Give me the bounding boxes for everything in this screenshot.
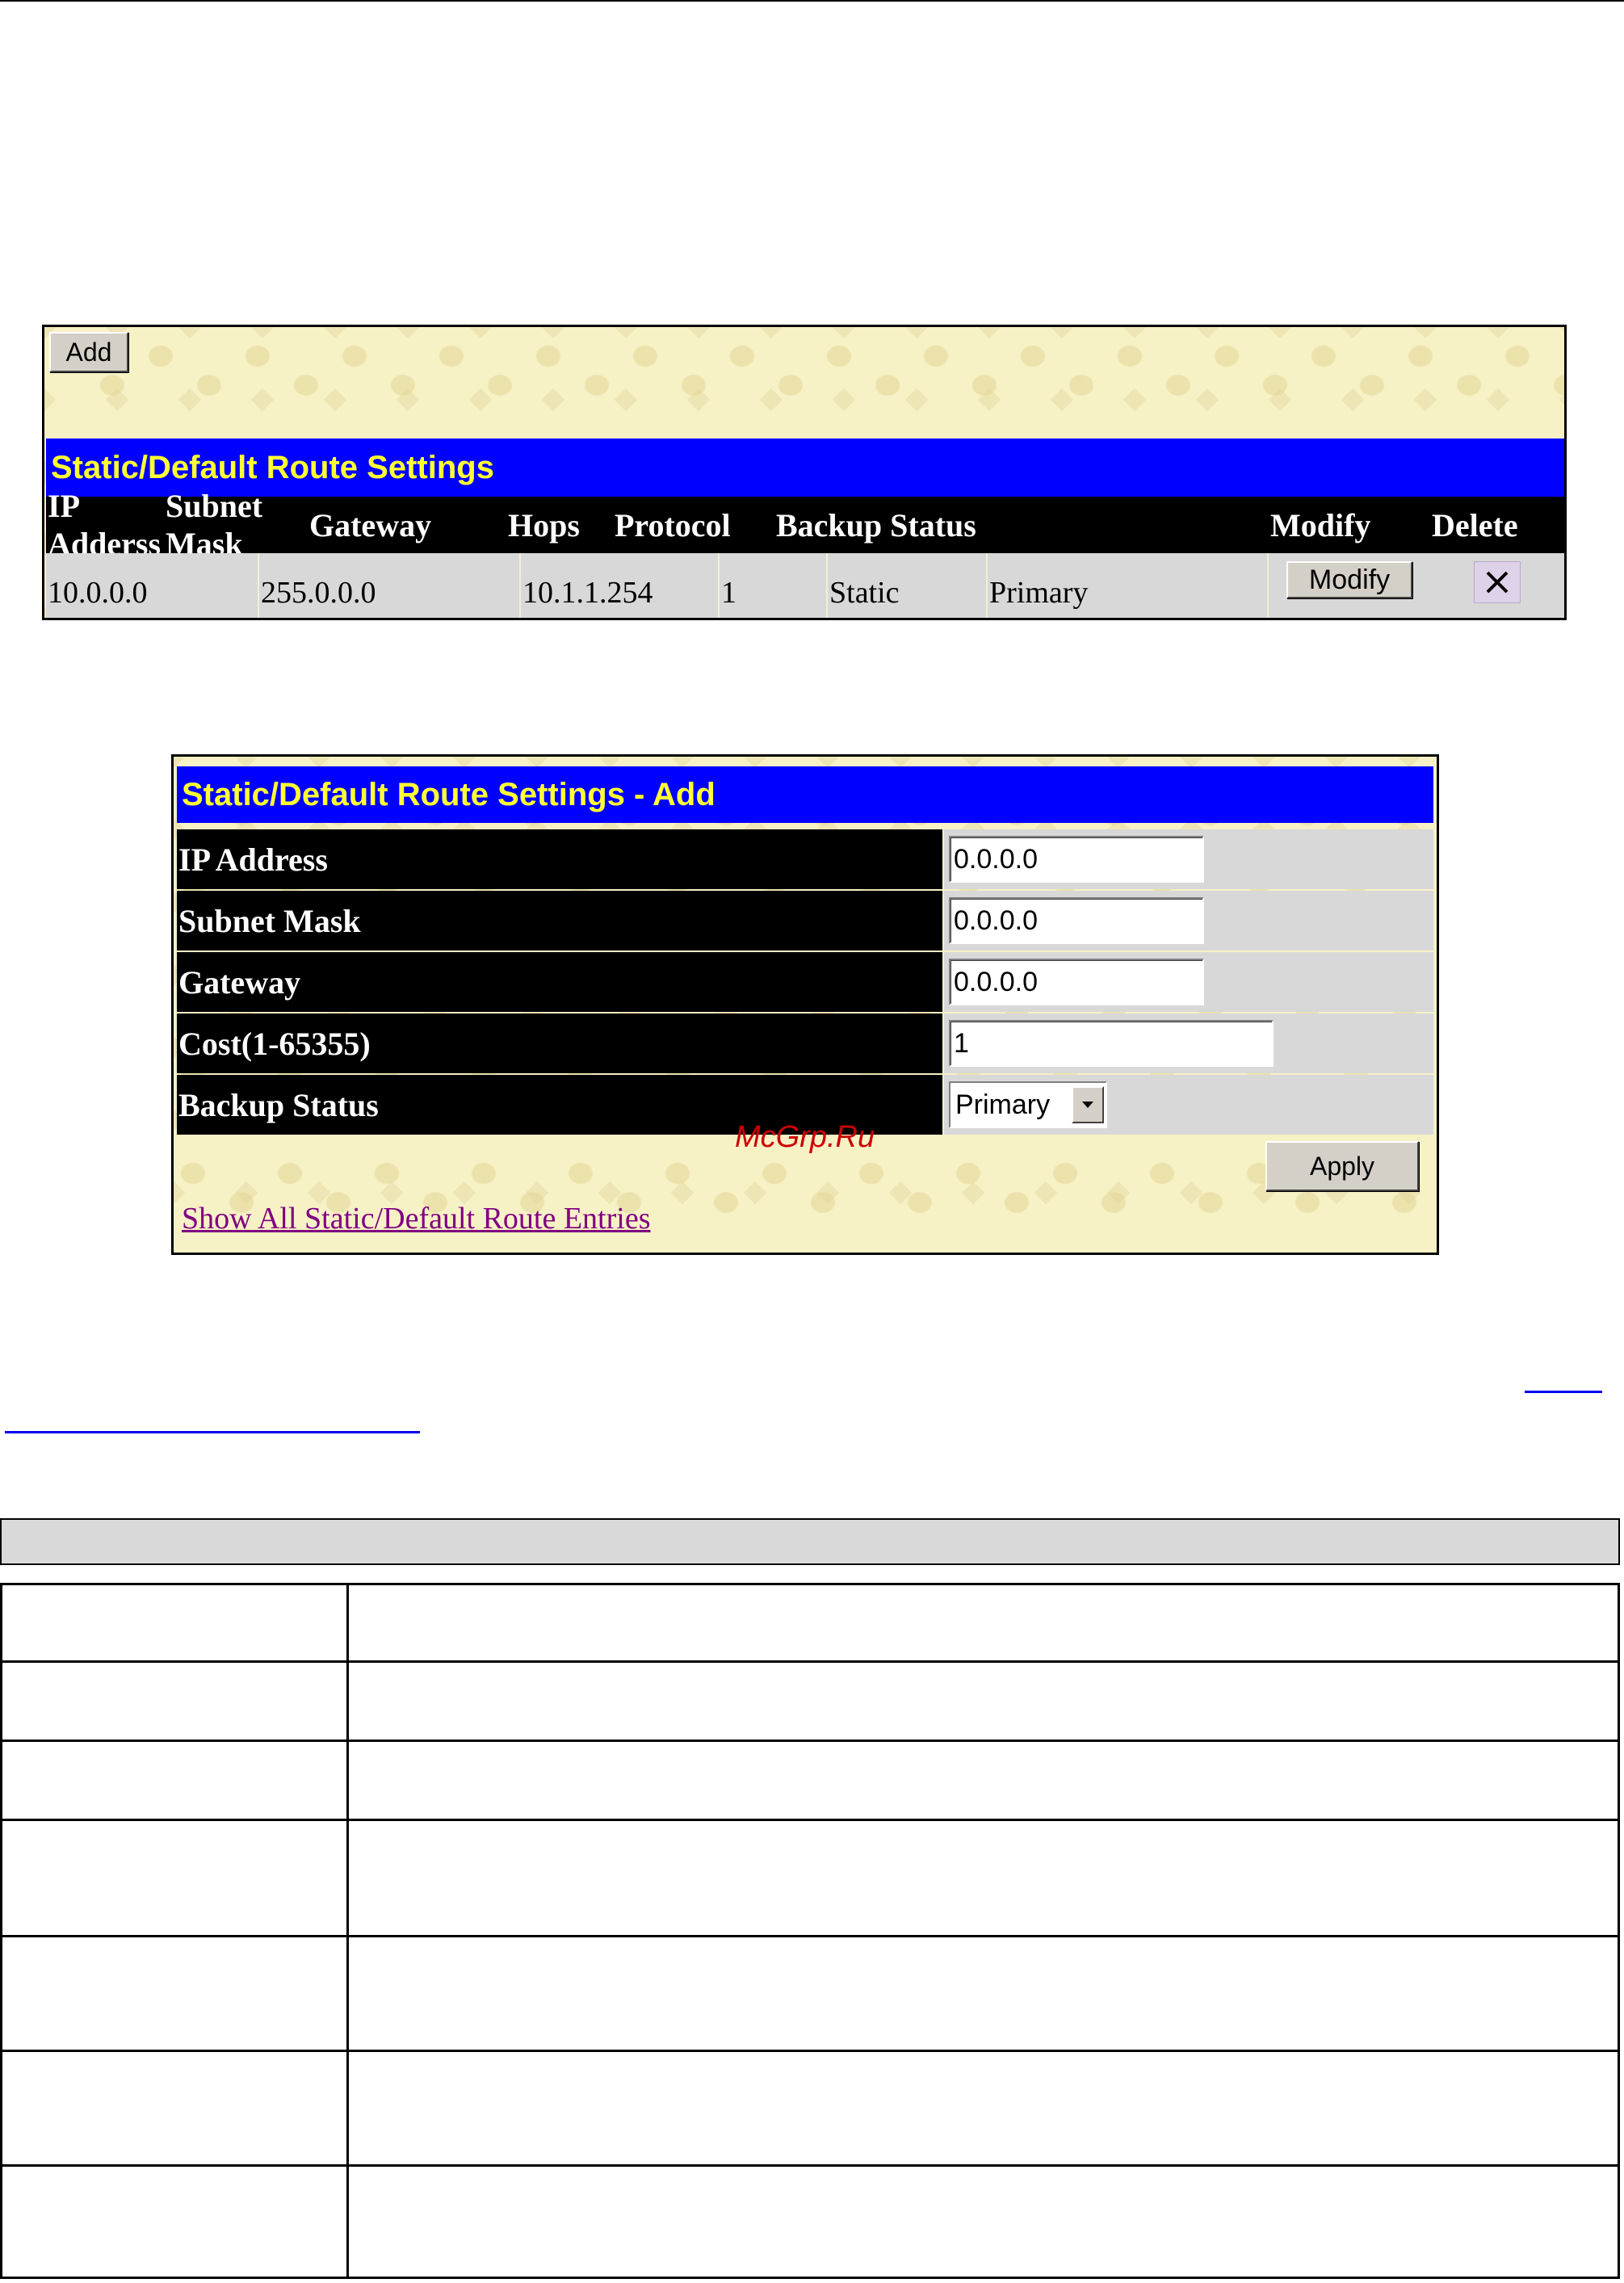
parameter-table — [0, 1583, 1620, 2279]
col-delete: Delete — [1432, 506, 1518, 543]
show-all-entries-link[interactable]: Show All Static/Default Route Entries — [182, 1201, 650, 1236]
cell-hops: 1 — [720, 553, 828, 618]
parameter-row — [2, 1663, 1618, 1742]
gateway-row: Gateway — [177, 952, 1433, 1014]
table-header-bar — [0, 1518, 1620, 1565]
col-backup-status: Backup Status — [776, 506, 976, 543]
ip-address-label: IP Address — [177, 829, 942, 889]
ip-address-control — [944, 829, 1433, 889]
table-row: 10.0.0.0 255.0.0.0 10.1.1.254 1 Static P… — [46, 553, 1564, 618]
col-protocol: Protocol — [615, 506, 731, 543]
backup-status-value: Primary — [955, 1089, 1051, 1120]
backup-status-control: Primary — [944, 1075, 1433, 1135]
parameter-row — [2, 1742, 1618, 1821]
col-subnet-mask: Subnet Mask — [166, 488, 263, 562]
subnet-mask-control — [944, 891, 1433, 951]
apply-button[interactable]: Apply — [1265, 1141, 1419, 1191]
col-ip-address: IP Adderss — [48, 488, 162, 562]
top-rule — [0, 0, 1624, 2]
col-modify: Modify — [1270, 506, 1371, 543]
link-underline[interactable] — [5, 1431, 420, 1433]
cost-input[interactable] — [949, 1020, 1274, 1067]
gateway-label: Gateway — [177, 952, 942, 1012]
parameter-row — [2, 1585, 1618, 1663]
gateway-input[interactable] — [949, 959, 1204, 1005]
col-hops: Hops — [508, 506, 580, 543]
parameter-row — [2, 2052, 1618, 2167]
route-list-panel: Add Static/Default Route Settings IP Add… — [42, 325, 1567, 620]
subnet-mask-row: Subnet Mask — [177, 891, 1433, 952]
delete-button[interactable] — [1474, 561, 1521, 603]
link-underline[interactable] — [1525, 1391, 1602, 1393]
cost-control — [944, 1014, 1433, 1073]
modify-button[interactable]: Modify — [1286, 561, 1412, 598]
parameter-row — [2, 1937, 1618, 2052]
x-icon — [1486, 571, 1509, 594]
route-add-title: Static/Default Route Settings - Add — [177, 766, 1433, 823]
col-gateway: Gateway — [309, 506, 432, 543]
cell-ip: 10.0.0.0 — [46, 553, 259, 618]
chevron-down-icon[interactable] — [1072, 1086, 1104, 1123]
route-add-panel: Static/Default Route Settings - Add IP A… — [171, 754, 1439, 1255]
cell-mask: 255.0.0.0 — [259, 553, 521, 618]
parameter-row — [2, 2167, 1618, 2277]
cell-backup-status: Primary — [988, 553, 1269, 618]
gateway-control — [944, 952, 1433, 1012]
ip-address-row: IP Address — [177, 829, 1433, 891]
subnet-mask-input[interactable] — [949, 897, 1204, 944]
backup-status-select[interactable]: Primary — [949, 1081, 1107, 1128]
cost-label: Cost(1-65355) — [177, 1014, 942, 1073]
subnet-mask-label: Subnet Mask — [177, 891, 942, 951]
cell-gateway: 10.1.1.254 — [521, 553, 720, 618]
parameter-row — [2, 1821, 1618, 1937]
cost-row: Cost(1-65355) — [177, 1014, 1433, 1075]
cell-protocol: Static — [828, 553, 988, 618]
route-table-header: IP Adderss Subnet Mask Gateway Hops Prot… — [46, 488, 1564, 562]
add-button[interactable]: Add — [49, 332, 128, 372]
ip-address-input[interactable] — [949, 836, 1204, 883]
watermark: McGrp.Ru — [735, 1120, 875, 1154]
